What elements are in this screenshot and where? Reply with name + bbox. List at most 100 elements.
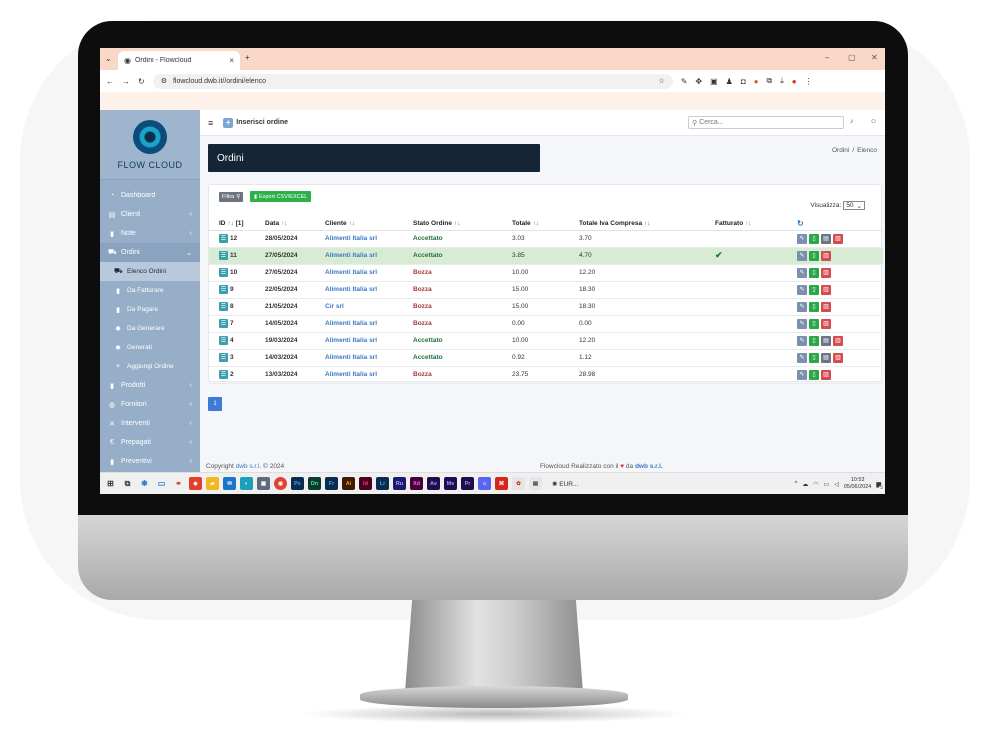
taskbar-app-me[interactable]: Me bbox=[444, 477, 457, 490]
sidebar-item-note[interactable]: ▮ Note ‹ bbox=[100, 224, 200, 243]
breadcrumb-ordini[interactable]: Ordini bbox=[832, 147, 849, 154]
document-icon[interactable]: ▯ bbox=[809, 233, 819, 244]
browser-tab[interactable]: ◉ Ordini - Flowcloud × bbox=[118, 51, 240, 70]
bookmark-star-icon[interactable]: ☆ bbox=[658, 77, 664, 85]
taskbar-app-ps[interactable]: Ps bbox=[291, 477, 304, 490]
extension-person-icon[interactable]: ♟ bbox=[726, 77, 733, 86]
refresh-icon[interactable]: ↻ bbox=[797, 219, 804, 228]
chrome-icon[interactable]: ◉ bbox=[274, 477, 287, 490]
sidebar-item-generati[interactable]: ✹ Generati bbox=[100, 338, 200, 357]
sidebar-item-prepagati[interactable]: € Prepagati ‹ bbox=[100, 433, 200, 452]
detail-list-icon[interactable]: ☰ bbox=[219, 336, 228, 345]
sort-icon[interactable]: ↑↓ bbox=[227, 220, 234, 227]
edit-pencil-icon[interactable]: ✎ bbox=[797, 284, 807, 295]
edit-pencil-icon[interactable]: ✎ bbox=[797, 369, 807, 380]
delete-icon[interactable]: ▥ bbox=[821, 318, 831, 329]
site-info-icon[interactable]: ⚙ bbox=[161, 77, 167, 85]
edit-pencil-icon[interactable]: ✎ bbox=[797, 250, 807, 261]
app-window-icon[interactable]: ▭ bbox=[155, 477, 168, 490]
extension-move-icon[interactable]: ✥ bbox=[695, 77, 702, 86]
taskbar-app-fr[interactable]: Fr bbox=[325, 477, 338, 490]
delete-icon[interactable]: ▥ bbox=[821, 250, 831, 261]
tray-battery-icon[interactable]: ▭ bbox=[824, 481, 830, 488]
cell-client[interactable]: Alimenti Italia srl bbox=[321, 366, 409, 384]
extension-camera-icon[interactable]: ◘ bbox=[741, 77, 746, 86]
tray-cloud-icon[interactable]: ☁ bbox=[802, 481, 808, 488]
detail-list-icon[interactable]: ☰ bbox=[219, 234, 228, 243]
taskbar-app-lr[interactable]: Lr bbox=[376, 477, 389, 490]
detail-list-icon[interactable]: ☰ bbox=[219, 302, 228, 311]
calculator-icon[interactable]: ▦ bbox=[257, 477, 270, 490]
page-size-select[interactable]: 50 ⌄ bbox=[843, 201, 865, 210]
taskbar-app-id[interactable]: Id bbox=[359, 477, 372, 490]
clock[interactable]: 10:53 05/06/2024 bbox=[844, 477, 872, 491]
app-anydesk-icon[interactable]: ◆ bbox=[189, 477, 202, 490]
minimize-icon[interactable]: – bbox=[825, 53, 829, 62]
download-icon[interactable]: ⤓ bbox=[780, 76, 784, 86]
col-totale[interactable]: Totale ↑↓ bbox=[508, 218, 575, 231]
bell-icon[interactable]: ♪ bbox=[850, 118, 854, 125]
sidebar-item-da-generare[interactable]: ✹ Da Generare bbox=[100, 319, 200, 338]
cell-client[interactable]: Alimenti Italia srl bbox=[321, 230, 409, 248]
url-input[interactable]: ⚙ flowcloud.dwb.it//ordini/elenco ☆ bbox=[152, 73, 673, 89]
app-drive-icon[interactable]: ▤ bbox=[529, 477, 542, 490]
tab-list-icon[interactable]: ⌄ bbox=[105, 54, 112, 63]
detail-list-icon[interactable]: ☰ bbox=[219, 353, 228, 362]
edit-pencil-icon[interactable]: ✎ bbox=[797, 318, 807, 329]
pagination-page-1[interactable]: 1 bbox=[208, 397, 222, 411]
brand-logo[interactable]: FLOW CLOUD bbox=[100, 110, 200, 180]
made-by-link[interactable]: dwb s.r.l. bbox=[635, 463, 663, 470]
sidebar-item-da-fatturare[interactable]: ▮ Da Fatturare bbox=[100, 281, 200, 300]
cell-client[interactable]: Alimenti Italia srl bbox=[321, 264, 409, 282]
edit-pencil-icon[interactable]: ✎ bbox=[797, 352, 807, 363]
document-icon[interactable]: ▯ bbox=[809, 267, 819, 278]
taskbar-app-ai[interactable]: Ai bbox=[342, 477, 355, 490]
col-id[interactable]: ID ↑↓ [1] bbox=[209, 218, 261, 231]
weather-widget[interactable]: ✺ EUR... bbox=[552, 480, 578, 488]
col-data[interactable]: Data ↑↓ bbox=[261, 218, 321, 231]
tray-volume-icon[interactable]: ◁ bbox=[834, 481, 839, 488]
sidebar-item-prodotti[interactable]: ▮ Prodotti ‹ bbox=[100, 376, 200, 395]
sidebar-item-ordini[interactable]: ⛟ Ordini ⌄ bbox=[100, 243, 200, 262]
sidebar-item-aggiungi-ordine[interactable]: + Aggiungi Ordine bbox=[100, 357, 200, 376]
extension-red-icon[interactable]: ● bbox=[754, 77, 759, 86]
filter-button[interactable]: Filtra ⚲ bbox=[219, 192, 244, 202]
acrobat-icon[interactable]: ⌘ bbox=[495, 477, 508, 490]
app-chain-icon[interactable]: ⚭ bbox=[172, 477, 185, 490]
windows-start-icon[interactable]: ⊞ bbox=[104, 477, 117, 490]
back-icon[interactable]: ← bbox=[106, 77, 114, 86]
edit-pencil-icon[interactable]: ✎ bbox=[797, 233, 807, 244]
pdf-icon[interactable]: ▤ bbox=[821, 335, 831, 346]
app-bag-icon[interactable]: ✿ bbox=[512, 477, 525, 490]
notification-icon[interactable]: ▆ 5 bbox=[876, 481, 884, 491]
menu-kebab-icon[interactable]: ⋮ bbox=[805, 77, 813, 86]
forward-icon[interactable]: → bbox=[122, 77, 130, 86]
cell-client[interactable]: Alimenti Italia srl bbox=[321, 315, 409, 333]
col-totale-iva[interactable]: Totale Iva Compresa ↑↓ bbox=[575, 218, 711, 231]
sidebar-item-clienti[interactable]: ▤ Clienti ‹ bbox=[100, 205, 200, 224]
detail-list-icon[interactable]: ☰ bbox=[219, 319, 228, 328]
col-stato[interactable]: Stato Ordine ↑↓ bbox=[409, 218, 508, 231]
extension-box-icon[interactable]: ▣ bbox=[710, 77, 718, 86]
sort-icon[interactable]: ↑↓ bbox=[745, 220, 752, 227]
profile-avatar-icon[interactable]: ● bbox=[792, 77, 797, 86]
sort-icon[interactable]: ↑↓ bbox=[454, 220, 461, 227]
extensions-icon[interactable]: ⧉ bbox=[767, 76, 773, 86]
delete-icon[interactable]: ▥ bbox=[833, 233, 843, 244]
tray-wifi-icon[interactable]: ◠ bbox=[813, 481, 818, 488]
taskbar-app-ae[interactable]: Ae bbox=[427, 477, 440, 490]
insert-order-button[interactable]: + Inserisci ordine bbox=[223, 117, 288, 128]
edit-pencil-icon[interactable]: ✎ bbox=[797, 301, 807, 312]
delete-icon[interactable]: ▥ bbox=[821, 284, 831, 295]
mail-icon[interactable]: ✉ bbox=[223, 477, 236, 490]
taskbar-app-pr[interactable]: Pr bbox=[461, 477, 474, 490]
sort-icon[interactable]: ↑↓ bbox=[532, 220, 539, 227]
sort-icon[interactable]: ↑↓ bbox=[644, 220, 651, 227]
close-window-icon[interactable]: ✕ bbox=[871, 53, 878, 62]
document-icon[interactable]: ▯ bbox=[809, 318, 819, 329]
sidebar-item-preventivi[interactable]: ▮ Preventivi ‹ bbox=[100, 452, 200, 471]
edit-pencil-icon[interactable]: ✎ bbox=[797, 335, 807, 346]
detail-list-icon[interactable]: ☰ bbox=[219, 268, 228, 277]
widget-icon[interactable]: ✱ bbox=[138, 477, 151, 490]
user-icon[interactable]: ☺ bbox=[870, 118, 877, 125]
